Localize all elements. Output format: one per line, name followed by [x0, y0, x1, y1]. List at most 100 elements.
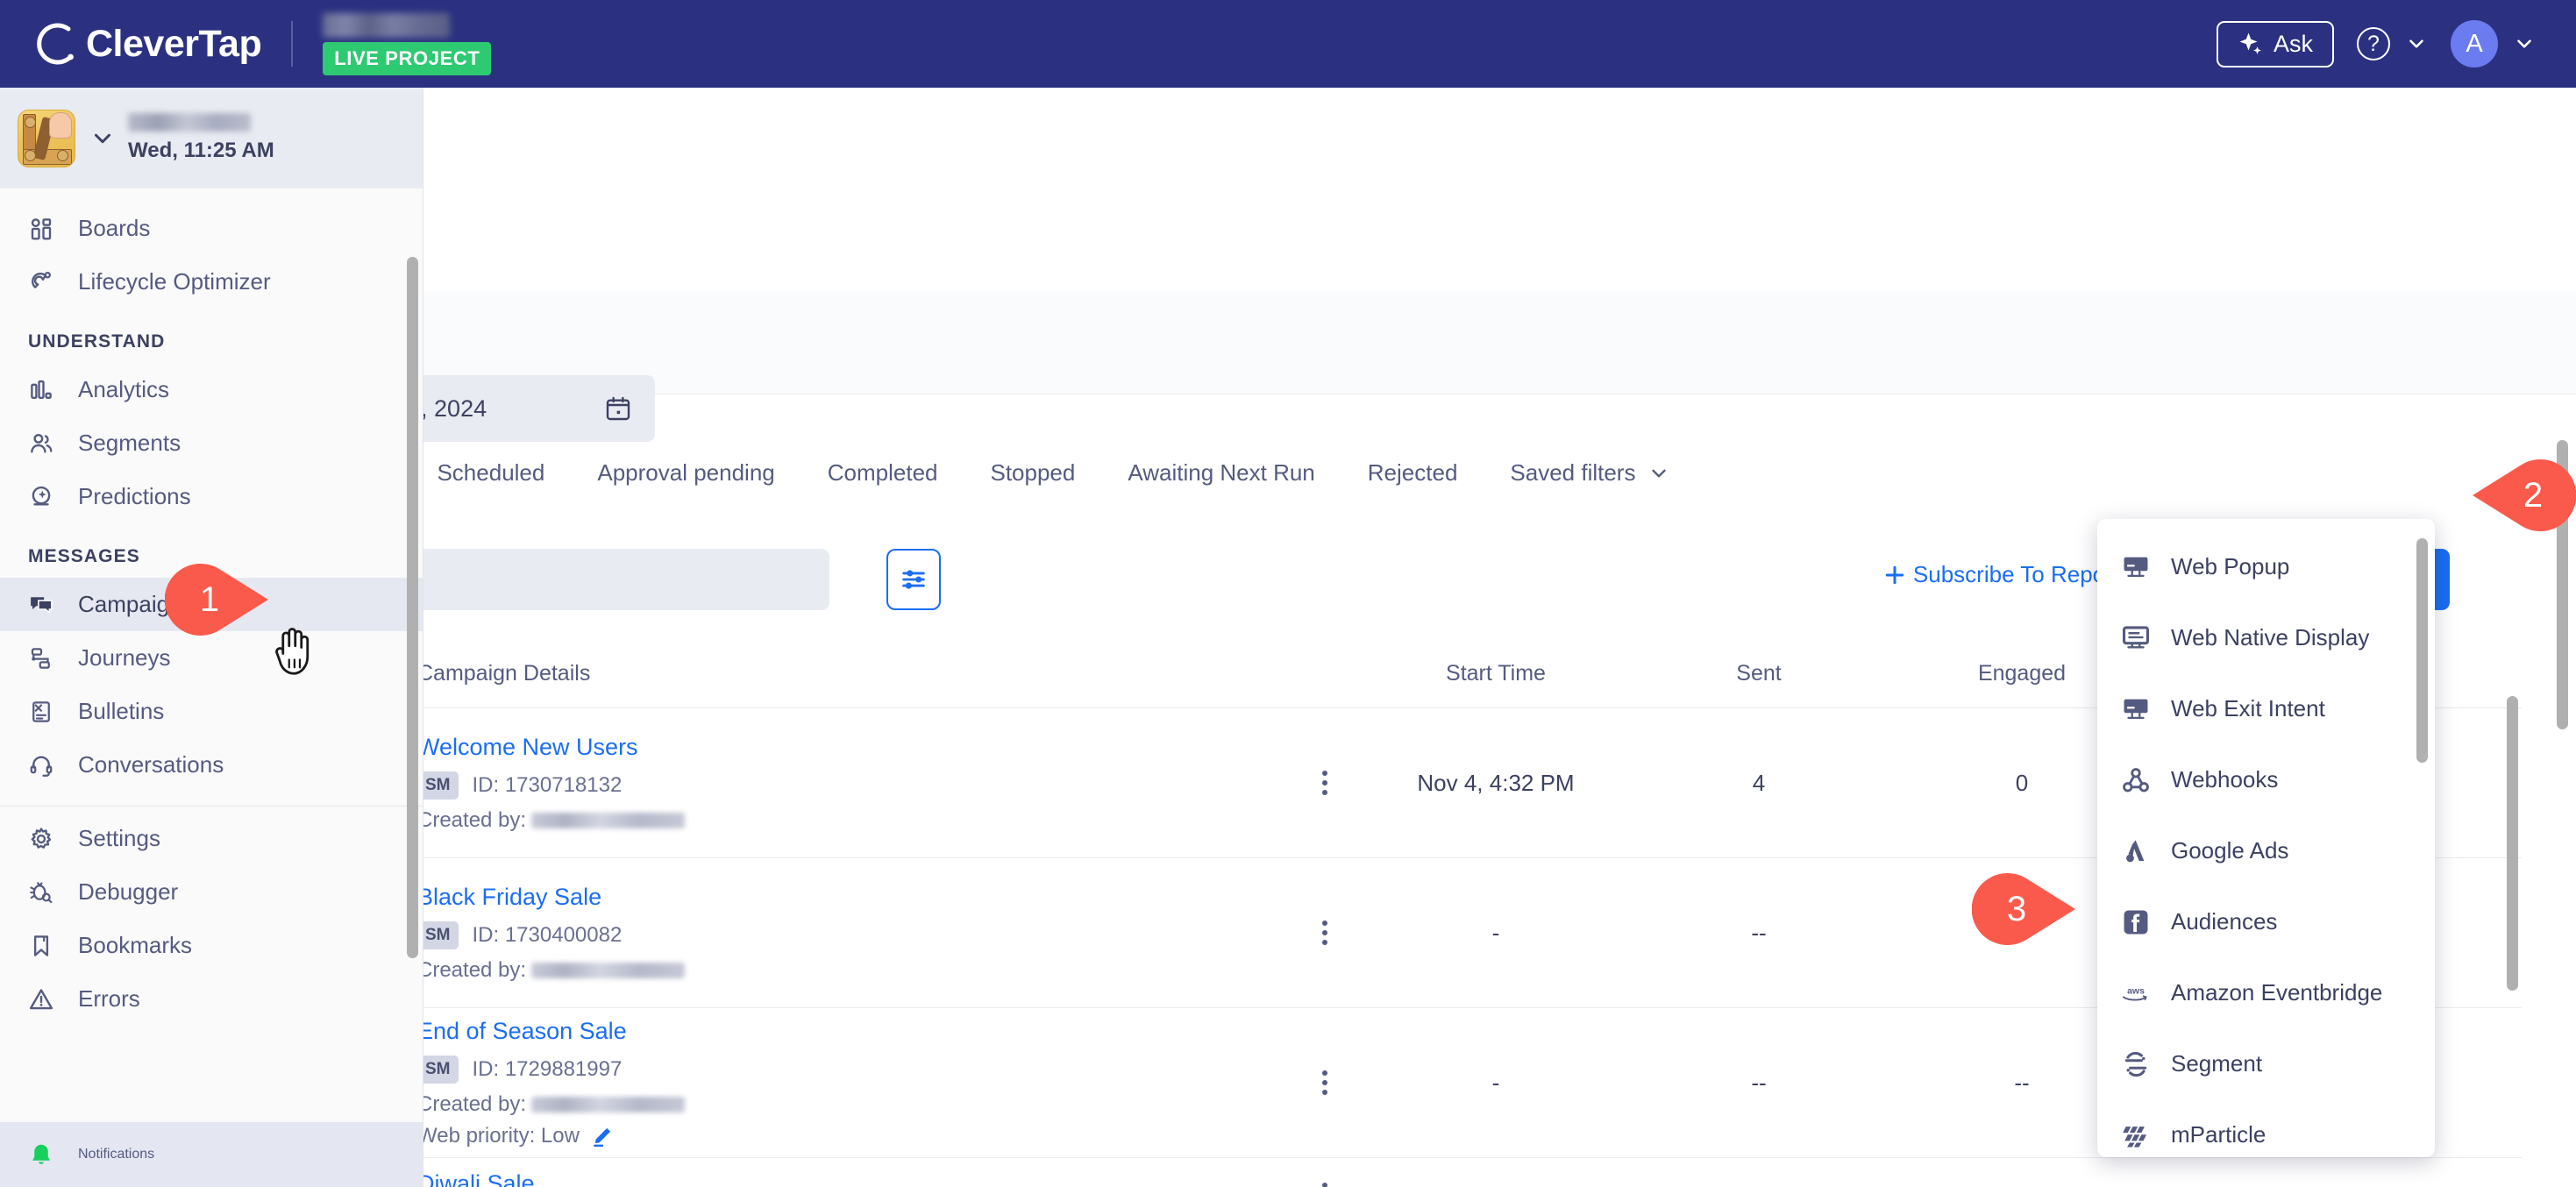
project-app-icon	[18, 109, 75, 167]
menu-item-google-ads[interactable]: Google Ads	[2097, 815, 2435, 886]
cell-start-time: Nov 4, 4:32 PM	[1417, 769, 1575, 796]
menu-item-segment[interactable]: Segment	[2097, 1028, 2435, 1099]
svg-text:aws: aws	[2127, 985, 2145, 996]
menu-item-web-exit-intent[interactable]: Web Exit Intent	[2097, 673, 2435, 744]
sidebar-item-errors[interactable]: Errors	[0, 972, 423, 1026]
avatar[interactable]: A	[2451, 20, 2498, 68]
bell-icon	[26, 1140, 56, 1169]
menu-item-web-popup[interactable]: Web Popup	[2097, 531, 2435, 602]
chevron-down-icon[interactable]	[2513, 32, 2536, 55]
row-actions-menu[interactable]	[1285, 1183, 1364, 1187]
menu-item-amazon-eventbridge[interactable]: aws Amazon Eventbridge	[2097, 957, 2435, 1028]
mparticle-icon	[2120, 1119, 2152, 1151]
web-priority: Web priority: Low	[417, 1124, 1285, 1148]
menu-item-webhooks[interactable]: Webhooks	[2097, 744, 2435, 815]
status-filter-tabs: g Scheduled Approval pending Completed S…	[372, 459, 1670, 487]
menu-item-audiences[interactable]: Audiences	[2097, 886, 2435, 957]
row-actions-menu[interactable]	[1285, 920, 1364, 945]
filter-settings-button[interactable]	[886, 549, 941, 610]
subscribe-to-reports-link[interactable]: Subscribe To Reports	[1882, 561, 2131, 588]
column-header-sent: Sent	[1736, 661, 1782, 686]
callout-number: 3	[2006, 889, 2027, 928]
chevron-down-icon[interactable]	[2405, 32, 2428, 55]
sidebar-item-label: Bulletins	[78, 698, 165, 724]
bulletin-icon	[26, 697, 56, 727]
web-priority-label: Web priority: Low	[417, 1123, 580, 1148]
project-local-time: Wed, 11:25 AM	[128, 139, 274, 162]
campaign-id: ID: 1730400082	[472, 922, 623, 947]
clevertap-logo[interactable]: CleverTap	[32, 21, 262, 67]
tab-rejected[interactable]: Rejected	[1368, 459, 1458, 487]
sidebar-item-label: Errors	[78, 985, 140, 1012]
sidebar-item-boards[interactable]: Boards	[0, 202, 423, 255]
campaign-id: ID: 1730718132	[472, 772, 623, 797]
menu-item-label: Amazon Eventbridge	[2171, 979, 2383, 1006]
campaign-name-link[interactable]: Diwali Sale	[417, 1170, 535, 1187]
sidebar-scrollbar[interactable]	[407, 257, 418, 958]
sidebar-item-segments[interactable]: Segments	[0, 416, 423, 470]
sidebar-item-bookmarks[interactable]: Bookmarks	[0, 919, 423, 972]
sidebar-item-bulletins[interactable]: Bulletins	[0, 685, 423, 738]
sidebar-divider	[0, 806, 423, 807]
tab-awaiting-next-run[interactable]: Awaiting Next Run	[1128, 459, 1314, 487]
menu-item-web-native-display[interactable]: Web Native Display	[2097, 602, 2435, 673]
sidebar-item-label: Conversations	[78, 751, 224, 778]
campaign-id: ID: 1729881997	[472, 1056, 623, 1081]
web-native-display-icon	[2120, 622, 2152, 654]
project-switcher[interactable]: Wed, 11:25 AM	[0, 88, 423, 188]
table-row[interactable]: Diwali Sale	[372, 1158, 2522, 1187]
menu-item-label: Web Popup	[2171, 553, 2290, 579]
ask-button[interactable]: Ask	[2216, 20, 2334, 68]
user-menu[interactable]: A	[2451, 20, 2536, 68]
brand-divider	[291, 21, 294, 67]
menu-item-label: Web Exit Intent	[2171, 695, 2325, 721]
callout-marker-1: 1	[165, 564, 268, 636]
campaign-name-link[interactable]: Welcome New Users	[417, 734, 638, 761]
pencil-icon[interactable]	[590, 1124, 615, 1148]
project-identity: LIVE PROJECT	[323, 12, 492, 75]
row-actions-menu[interactable]	[1285, 1070, 1364, 1095]
sidebar-item-label: Settings	[78, 825, 160, 851]
table-scrollbar[interactable]	[2507, 696, 2518, 991]
sidebar-item-notifications[interactable]: Notifications	[0, 1122, 423, 1187]
bug-icon	[26, 878, 56, 907]
campaign-created-by: Created by:	[417, 958, 1285, 983]
sidebar-item-analytics[interactable]: Analytics	[0, 363, 423, 416]
campaign-name-link[interactable]: End of Season Sale	[417, 1018, 627, 1045]
campaign-name-link[interactable]: Black Friday Sale	[417, 884, 601, 911]
aws-icon: aws	[2120, 977, 2152, 1009]
campaign-created-by: Created by:	[417, 1092, 1285, 1117]
sidebar-item-label: Lifecycle Optimizer	[78, 268, 271, 295]
chevron-down-icon[interactable]	[89, 125, 116, 152]
sidebar-item-label: Bookmarks	[78, 932, 193, 958]
menu-item-mparticle[interactable]: mParticle	[2097, 1099, 2435, 1157]
menu-item-label: Webhooks	[2171, 766, 2279, 793]
dropdown-scrollbar[interactable]	[2416, 538, 2428, 763]
sidebar-item-settings[interactable]: Settings	[0, 812, 423, 865]
sliders-icon	[902, 570, 925, 589]
sidebar-item-predictions[interactable]: Predictions	[0, 470, 423, 523]
sparkle-icon	[2239, 32, 2261, 54]
sidebar-item-debugger[interactable]: Debugger	[0, 865, 423, 919]
sidebar-item-label: Analytics	[78, 376, 170, 402]
sidebar-item-lifecycle-optimizer[interactable]: Lifecycle Optimizer	[0, 255, 423, 309]
tab-completed[interactable]: Completed	[828, 459, 938, 487]
sidebar-item-label: Debugger	[78, 878, 179, 905]
row-actions-menu[interactable]	[1285, 771, 1364, 795]
sidebar-item-label: Predictions	[78, 483, 191, 509]
project-name-redacted	[128, 113, 251, 131]
help-menu[interactable]: ?	[2357, 27, 2428, 60]
cell-sent: --	[1751, 1069, 1767, 1096]
created-by-redacted	[531, 962, 686, 978]
facebook-icon	[2120, 906, 2152, 938]
tab-scheduled[interactable]: Scheduled	[437, 459, 544, 487]
sidebar-item-journeys[interactable]: Journeys	[0, 631, 423, 685]
tab-stopped[interactable]: Stopped	[990, 459, 1075, 487]
question-circle-icon[interactable]: ?	[2357, 27, 2390, 60]
tab-approval-pending[interactable]: Approval pending	[597, 459, 774, 487]
search-input[interactable]	[417, 549, 829, 610]
sidebar-item-conversations[interactable]: Conversations	[0, 738, 423, 792]
campaign-type-dropdown: Web Popup Web Native Display Web Exit In…	[2097, 519, 2435, 1157]
brand-wordmark: CleverTap	[86, 22, 262, 65]
saved-filters-dropdown[interactable]: Saved filters	[1510, 459, 1670, 487]
